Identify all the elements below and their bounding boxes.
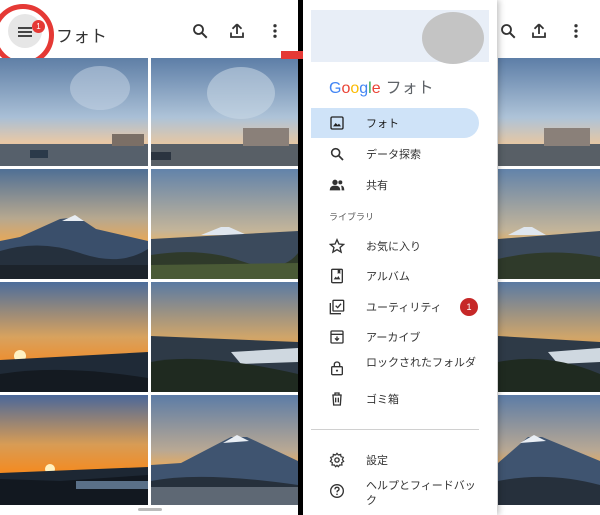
nav-item-archive[interactable]: アーカイブ	[311, 322, 481, 352]
app-title: フォト	[56, 27, 107, 47]
right-screen: Google フォト フォト データ探索 共有 ライブラリ お気に入り アルバム…	[303, 0, 600, 515]
section-label-library: ライブラリ	[329, 213, 375, 223]
nav-item-sharing[interactable]: 共有	[311, 170, 481, 200]
nav-label: アルバム	[366, 270, 410, 283]
menu-badge: 1	[32, 20, 45, 33]
avatar[interactable]	[422, 12, 484, 64]
star-icon	[329, 238, 345, 254]
photo-thumbnail[interactable]	[498, 395, 600, 505]
photo-thumbnail[interactable]	[0, 395, 148, 505]
nav-item-locked-folder[interactable]: ロックされたフォルダ	[311, 353, 481, 383]
photo-thumbnail[interactable]	[151, 395, 298, 505]
notification-badge: 1	[460, 298, 478, 316]
divider	[311, 429, 479, 430]
utility-icon	[329, 299, 345, 315]
menu-button[interactable]: 1	[8, 14, 45, 48]
upload-icon[interactable]	[228, 22, 246, 40]
search-icon[interactable]	[191, 22, 209, 40]
nav-label: ゴミ箱	[366, 393, 399, 406]
help-icon	[330, 484, 344, 498]
more-vert-icon[interactable]	[567, 22, 585, 40]
nav-item-settings[interactable]: 設定	[311, 445, 481, 475]
app-bar: 1 フォト	[0, 0, 298, 66]
photo-thumbnail[interactable]	[498, 169, 600, 279]
nav-item-trash[interactable]: ゴミ箱	[311, 384, 481, 414]
photo-thumbnail[interactable]	[151, 169, 298, 279]
upload-icon[interactable]	[530, 22, 548, 40]
nav-label: 共有	[366, 179, 388, 192]
nav-label: アーカイブ	[366, 331, 421, 344]
nav-label: お気に入り	[366, 240, 421, 253]
photo-thumbnail[interactable]	[151, 282, 298, 392]
google-photos-logo: Google フォト	[329, 74, 434, 98]
more-vert-icon[interactable]	[266, 22, 284, 40]
photo-thumbnail[interactable]	[498, 58, 600, 166]
nav-label: ヘルプとフィードバック	[366, 479, 476, 507]
archive-icon	[330, 330, 344, 344]
home-indicator	[138, 508, 162, 511]
album-icon	[331, 268, 343, 284]
navigation-drawer: Google フォト フォト データ探索 共有 ライブラリ お気に入り アルバム…	[303, 0, 497, 515]
people-icon	[329, 179, 345, 191]
photo-thumbnail[interactable]	[0, 58, 148, 166]
brand-google: Google	[329, 80, 381, 97]
nav-item-explore[interactable]: データ探索	[311, 139, 481, 169]
photo-thumbnail[interactable]	[0, 282, 148, 392]
menu-icon	[18, 27, 32, 29]
settings-icon	[329, 452, 345, 468]
left-screen: 1 フォト	[0, 0, 298, 515]
nav-item-help[interactable]: ヘルプとフィードバック	[311, 476, 481, 507]
nav-label: フォト	[366, 117, 399, 130]
photo-thumbnail[interactable]	[151, 58, 298, 166]
trash-icon	[332, 392, 342, 406]
photo-thumbnail[interactable]	[498, 282, 600, 392]
photo-thumbnail[interactable]	[0, 169, 148, 279]
brand-subtitle: フォト	[385, 78, 434, 97]
nav-label: ユーティリティ	[366, 301, 442, 314]
nav-item-photos[interactable]: フォト	[311, 108, 479, 138]
nav-item-utilities[interactable]: ユーティリティ 1	[311, 292, 481, 322]
nav-label: ロックされたフォルダ	[366, 356, 476, 369]
lock-icon	[331, 361, 343, 376]
search-icon	[330, 147, 344, 161]
nav-label: 設定	[366, 454, 388, 467]
nav-item-favorites[interactable]: お気に入り	[311, 231, 481, 261]
nav-label: データ探索	[366, 148, 421, 161]
photo-icon	[330, 116, 344, 130]
nav-item-albums[interactable]: アルバム	[311, 261, 481, 291]
search-icon[interactable]	[499, 22, 517, 40]
